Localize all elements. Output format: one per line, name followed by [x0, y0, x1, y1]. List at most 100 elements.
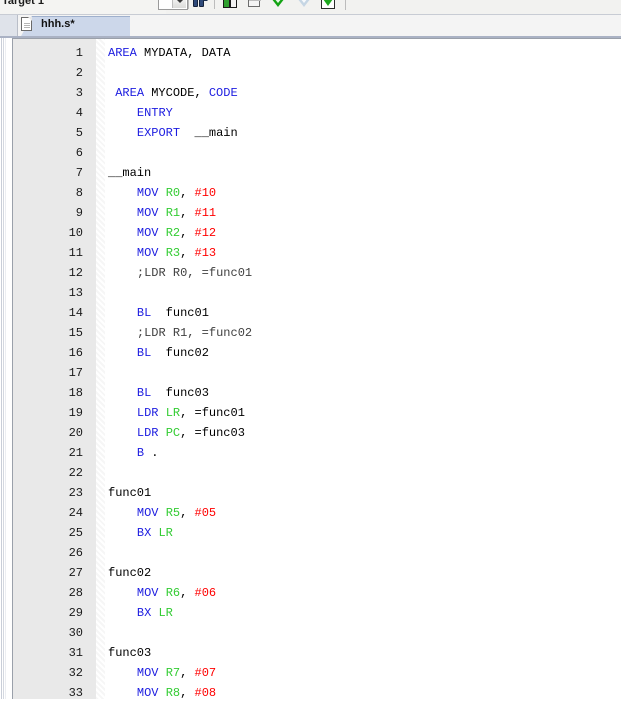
- line-content: B .: [137, 443, 159, 463]
- code-token-kw: AREA: [115, 86, 145, 100]
- code-token-kw: MOV: [136, 246, 159, 260]
- code-token-plain: func03: [151, 386, 209, 400]
- code-line[interactable]: 12 ;LDR R0, =func01: [0, 263, 621, 283]
- line-content: func03: [108, 643, 151, 663]
- code-line[interactable]: 5 EXPORT __main: [0, 123, 621, 143]
- code-line[interactable]: 31 func03: [0, 643, 621, 663]
- code-line[interactable]: 18 BL func03: [0, 383, 621, 403]
- target-select[interactable]: [158, 0, 188, 10]
- line-content: AREA MYCODE, CODE: [115, 83, 237, 103]
- code-editor-pane[interactable]: 1 AREA MYDATA, DATA 2 3 AREA MYCODE, CODE 4 EN…: [0, 38, 621, 700]
- code-line[interactable]: 30: [0, 623, 621, 643]
- line-content: MOV R0, #10: [137, 183, 216, 203]
- find-icon[interactable]: [192, 0, 208, 10]
- editor-window: hhh.s* 1 AREA MYDATA, DATA 2 3 AREA MYCODE, …: [0, 14, 621, 700]
- line-content: BL func01: [137, 303, 209, 323]
- code-token-kw: MOV: [136, 206, 159, 220]
- line-number: 32: [68, 666, 83, 680]
- toolbar-separator-3: [345, 0, 346, 10]
- code-token-num: #11: [194, 206, 217, 220]
- code-line[interactable]: 22: [0, 463, 621, 483]
- code-token-kw: BX: [136, 606, 152, 620]
- code-token-kw: MOV: [136, 506, 159, 520]
- code-token-kw: EXPORT: [136, 126, 181, 140]
- code-line[interactable]: 26: [0, 543, 621, 563]
- code-token-plain: func03: [108, 646, 152, 660]
- code-token-reg: R1: [165, 206, 181, 220]
- code-token-plain: .: [144, 446, 159, 460]
- line-content: BL func02: [137, 343, 209, 363]
- code-line[interactable]: 7 __main: [0, 163, 621, 183]
- code-line[interactable]: 33 MOV R8, #08: [0, 683, 621, 703]
- code-token-kw: MOV: [136, 666, 159, 680]
- document-icon: [21, 17, 32, 31]
- line-number: 23: [68, 486, 83, 500]
- code-token-plain: __main: [180, 126, 238, 140]
- line-content: BX LR: [137, 603, 173, 623]
- code-token-kw: BX: [136, 526, 152, 540]
- code-line[interactable]: 19 LDR LR, =func01: [0, 403, 621, 423]
- toolbar-separator-1: [188, 0, 189, 9]
- line-number: 3: [75, 86, 83, 100]
- code-line[interactable]: 4 ENTRY: [0, 103, 621, 123]
- code-line[interactable]: 3 AREA MYCODE, CODE: [0, 83, 621, 103]
- code-line[interactable]: 2: [0, 63, 621, 83]
- code-token-reg: LR: [158, 526, 173, 540]
- chevron-down-icon[interactable]: [172, 0, 186, 8]
- line-number: 31: [68, 646, 83, 660]
- line-number: 6: [75, 146, 83, 160]
- line-content: MOV R6, #06: [137, 583, 216, 603]
- line-number: 7: [75, 166, 83, 180]
- line-number: 5: [75, 126, 83, 140]
- line-number: 8: [75, 186, 83, 200]
- code-line[interactable]: 28 MOV R6, #06: [0, 583, 621, 603]
- code-line[interactable]: 6: [0, 143, 621, 163]
- bookmark-clear-icon[interactable]: [246, 0, 262, 10]
- code-line[interactable]: 21 B .: [0, 443, 621, 463]
- code-token-reg: LR: [165, 406, 181, 420]
- goto-definition-icon[interactable]: [320, 0, 336, 10]
- line-content: ENTRY: [137, 103, 173, 123]
- code-line[interactable]: 23 func01: [0, 483, 621, 503]
- line-number: 11: [68, 246, 83, 260]
- code-line[interactable]: 29 BX LR: [0, 603, 621, 623]
- code-token-plain: ,: [180, 246, 195, 260]
- bookmark-toggle-icon[interactable]: [222, 0, 238, 10]
- tab-bar-left-cap: [0, 15, 18, 38]
- code-token-reg: PC: [165, 426, 181, 440]
- tab-bar-top-rule: [0, 14, 621, 15]
- code-line[interactable]: 15 ;LDR R1, =func02: [0, 323, 621, 343]
- code-line[interactable]: 13: [0, 283, 621, 303]
- code-token-kw: MOV: [136, 686, 159, 700]
- bookmark-prev-icon[interactable]: [296, 0, 312, 10]
- code-token-plain: MYCODE,: [144, 86, 209, 100]
- line-content: BX LR: [137, 523, 173, 543]
- code-line[interactable]: 24 MOV R5, #05: [0, 503, 621, 523]
- code-line[interactable]: 25 BX LR: [0, 523, 621, 543]
- code-line[interactable]: 20 LDR PC, =func03: [0, 423, 621, 443]
- code-line[interactable]: 14 BL func01: [0, 303, 621, 323]
- code-token-kw: MOV: [136, 586, 159, 600]
- code-line[interactable]: 9 MOV R1, #11: [0, 203, 621, 223]
- code-token-reg: R8: [165, 686, 181, 700]
- code-token-num: #13: [194, 246, 217, 260]
- code-line[interactable]: 27 func02: [0, 563, 621, 583]
- code-line[interactable]: 8 MOV R0, #10: [0, 183, 621, 203]
- code-line[interactable]: 32 MOV R7, #07: [0, 663, 621, 683]
- code-line[interactable]: 11 MOV R3, #13: [0, 243, 621, 263]
- bookmark-next-icon[interactable]: [270, 0, 286, 10]
- code-token-plain: ,: [180, 506, 195, 520]
- code-line[interactable]: 16 BL func02: [0, 343, 621, 363]
- line-content: EXPORT __main: [137, 123, 238, 143]
- code-token-reg: R6: [165, 586, 181, 600]
- line-content: MOV R2, #12: [137, 223, 216, 243]
- code-line[interactable]: 17: [0, 363, 621, 383]
- code-line[interactable]: 1 AREA MYDATA, DATA: [0, 43, 621, 63]
- code-token-kw: LDR: [136, 426, 159, 440]
- code-line[interactable]: 10 MOV R2, #12: [0, 223, 621, 243]
